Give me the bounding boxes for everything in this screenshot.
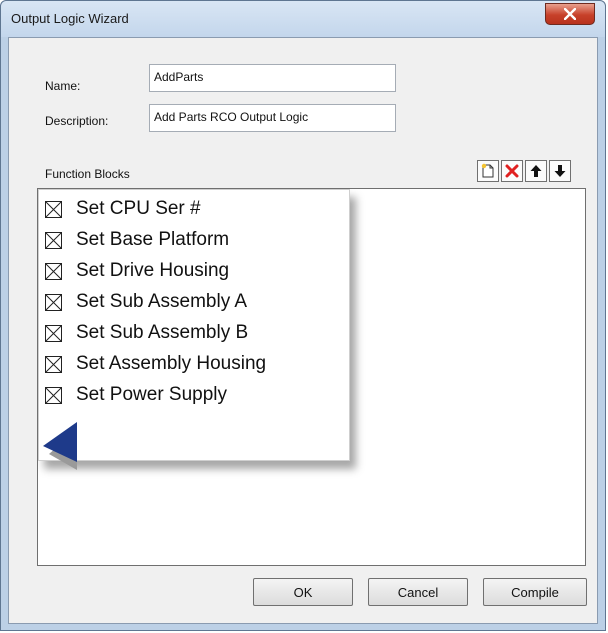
checked-checkbox[interactable] (45, 293, 62, 311)
check-x-icon (46, 387, 61, 403)
delete-icon (505, 164, 519, 178)
checked-checkbox[interactable] (45, 200, 62, 218)
close-icon (564, 8, 576, 20)
function-blocks-label: Function Blocks (45, 167, 130, 181)
name-label: Name: (45, 79, 81, 93)
check-x-icon (46, 325, 61, 341)
list-item[interactable]: Set CPU Ser # (45, 194, 201, 224)
list-item[interactable]: Set Drive Housing (45, 256, 229, 286)
description-field[interactable]: Add Parts RCO Output Logic (149, 104, 396, 132)
check-x-icon (46, 232, 61, 248)
list-item-label: Set Base Platform (76, 229, 230, 250)
list-item-label: Set CPU Ser # (76, 198, 201, 219)
list-item-label: Set Assembly Housing (76, 353, 267, 374)
list-item[interactable]: Set Sub Assembly A (45, 287, 247, 317)
checked-checkbox[interactable] (45, 355, 62, 373)
move-down-button[interactable] (549, 160, 571, 182)
check-x-icon (46, 201, 61, 217)
delete-block-button[interactable] (501, 160, 523, 182)
new-block-button[interactable] (477, 160, 499, 182)
move-down-icon (554, 165, 566, 177)
expand-arrow-icon[interactable] (43, 422, 83, 472)
list-item-label: Set Power Supply (76, 384, 228, 405)
list-item-label: Set Sub Assembly B (76, 322, 249, 343)
function-blocks-list[interactable]: Set CPU Ser # Set Base Platform Set Driv… (37, 188, 586, 566)
function-blocks-dropdown: Set CPU Ser # Set Base Platform Set Driv… (38, 189, 350, 470)
new-block-icon (481, 163, 494, 178)
check-x-icon (46, 294, 61, 310)
checked-checkbox[interactable] (45, 231, 62, 249)
cancel-button[interactable]: Cancel (368, 578, 468, 606)
function-blocks-toolbar (477, 160, 571, 184)
list-item-label: Set Sub Assembly A (76, 291, 248, 312)
list-item[interactable]: Set Assembly Housing (45, 349, 266, 379)
name-field[interactable]: AddParts (149, 64, 396, 92)
description-label: Description: (45, 114, 109, 128)
output-logic-wizard-window: Output Logic Wizard Name: AddParts Descr… (0, 0, 606, 631)
dialog-client-area: Name: AddParts Description: Add Parts RC… (8, 37, 598, 624)
compile-button[interactable]: Compile (483, 578, 587, 606)
list-item[interactable]: Set Power Supply (45, 380, 227, 410)
checked-checkbox[interactable] (45, 386, 62, 404)
checked-checkbox[interactable] (45, 324, 62, 342)
ok-button[interactable]: OK (253, 578, 353, 606)
close-button[interactable] (545, 3, 595, 25)
title-bar[interactable]: Output Logic Wizard (1, 1, 605, 37)
list-item[interactable]: Set Sub Assembly B (45, 318, 248, 348)
list-item[interactable]: Set Base Platform (45, 225, 229, 255)
check-x-icon (46, 356, 61, 372)
check-x-icon (46, 263, 61, 279)
move-up-icon (530, 165, 542, 177)
list-item-label: Set Drive Housing (76, 260, 230, 281)
window-title: Output Logic Wizard (11, 11, 129, 26)
checked-checkbox[interactable] (45, 262, 62, 280)
move-up-button[interactable] (525, 160, 547, 182)
